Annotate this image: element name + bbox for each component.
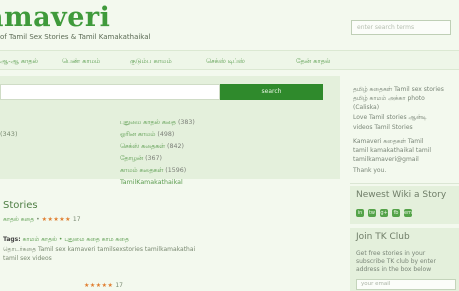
story-category-link[interactable]: காதல் கதை (3, 216, 34, 223)
club-widget-title: Join TK Club (356, 232, 410, 242)
stories-count: (343) (0, 130, 18, 138)
category-link[interactable]: தோழன் (367) (120, 155, 162, 163)
newest-widget-title: Newest Wiki a Story (356, 190, 447, 200)
club-widget: Join TK Club Get free stories in your su… (350, 228, 459, 291)
story-meta: ★★★★★ 17 (84, 282, 123, 289)
sidebar-intro-line: Thank you. (353, 167, 387, 174)
sidebar-intro-line: தமிழ் கதைகள் Tamil sex stories (353, 86, 444, 93)
rating-stars[interactable]: ★★★★★ (42, 216, 71, 223)
site-tagline: of Tamil Sex Stories & Tamil Kamakathaik… (0, 33, 151, 41)
club-text: Get free stories in your (356, 250, 426, 257)
header-search-input[interactable]: enter search terms (351, 20, 451, 35)
sidebar-intro-line: தமிழ் காமம் அக்கா photo (353, 95, 425, 102)
nav-item-2[interactable]: பெண் காமம் (62, 57, 100, 66)
category-link[interactable]: ஓரின காமம் (498) (120, 131, 174, 139)
club-email-input[interactable]: your email (356, 279, 456, 290)
search-button[interactable]: search (220, 84, 323, 100)
sidebar-email-link[interactable]: tamilkamaveri@gmail (353, 156, 419, 163)
site-search-input[interactable] (0, 84, 220, 100)
nav-item-1[interactable]: ஆ-ஆ காதல் (0, 57, 38, 66)
nav-item-4[interactable]: செக்ஸ் டிப்ஸ் (206, 57, 245, 66)
sidebar-intro-line: tamil kamakathaikal tamil (353, 147, 432, 154)
newest-widget: Newest Wiki a Story in tw g+ fb em (350, 186, 459, 224)
sidebar-intro-line: videos Tamil Stories (353, 124, 413, 131)
site-header: amaveri of Tamil Sex Stories & Tamil Kam… (0, 0, 459, 50)
rating-stars[interactable]: ★★★★★ (84, 282, 113, 289)
sidebar-divider (350, 183, 459, 184)
search-panel: search (343) புதுமை காதல் கதை (383) ஓரின… (0, 76, 340, 186)
nav-item-5[interactable]: தேன் காதல் (296, 57, 330, 66)
category-link[interactable]: TamilKamakathaikal (120, 179, 183, 186)
sidebar-intro-line: Love Tamil stories ஆன்டி (353, 114, 427, 121)
story-meta: காதல் கதை • ★★★★★ 17 (3, 216, 81, 223)
sidebar-intro-line: (Caliska) (353, 104, 380, 111)
category-link[interactable]: செக்ஸ் கதைகள் (842) (120, 143, 184, 151)
story-excerpt: tamil sex videos (3, 255, 52, 262)
linkedin-icon[interactable]: in (356, 209, 364, 217)
club-text: subscribe TK club by enter (356, 258, 436, 265)
rating-count: 17 (115, 282, 123, 289)
email-icon[interactable]: em (404, 209, 412, 217)
google-plus-icon[interactable]: g+ (380, 209, 388, 217)
category-link[interactable]: காமம் கதைகள் (1596) (120, 167, 186, 175)
main-nav: ஆ-ஆ காதல் பெண் காமம் குடும்ப காமம் செக்ஸ… (0, 50, 459, 70)
twitter-icon[interactable]: tw (368, 209, 376, 217)
section-title: Stories (3, 200, 38, 211)
story-tags: Tags: காமம் காதல் • புதுமை கதை காம கதை (3, 236, 129, 244)
tags-links[interactable]: காமம் காதல் • புதுமை கதை காம கதை (23, 236, 129, 243)
club-text: address in the box below (356, 266, 432, 273)
site-logo[interactable]: amaveri (0, 2, 110, 33)
rating-count: 17 (72, 216, 81, 223)
nav-item-3[interactable]: குடும்ப காமம் (130, 57, 172, 66)
tags-label: Tags: (3, 236, 21, 243)
category-link[interactable]: புதுமை காதல் கதை (383) (120, 119, 195, 127)
sidebar-intro-line: Kamaveri கதைகள் Tamil (353, 138, 424, 145)
story-excerpt: தொடர்கதை Tamil sex kamaveri tamilsexstor… (3, 246, 196, 253)
facebook-icon[interactable]: fb (392, 209, 400, 217)
